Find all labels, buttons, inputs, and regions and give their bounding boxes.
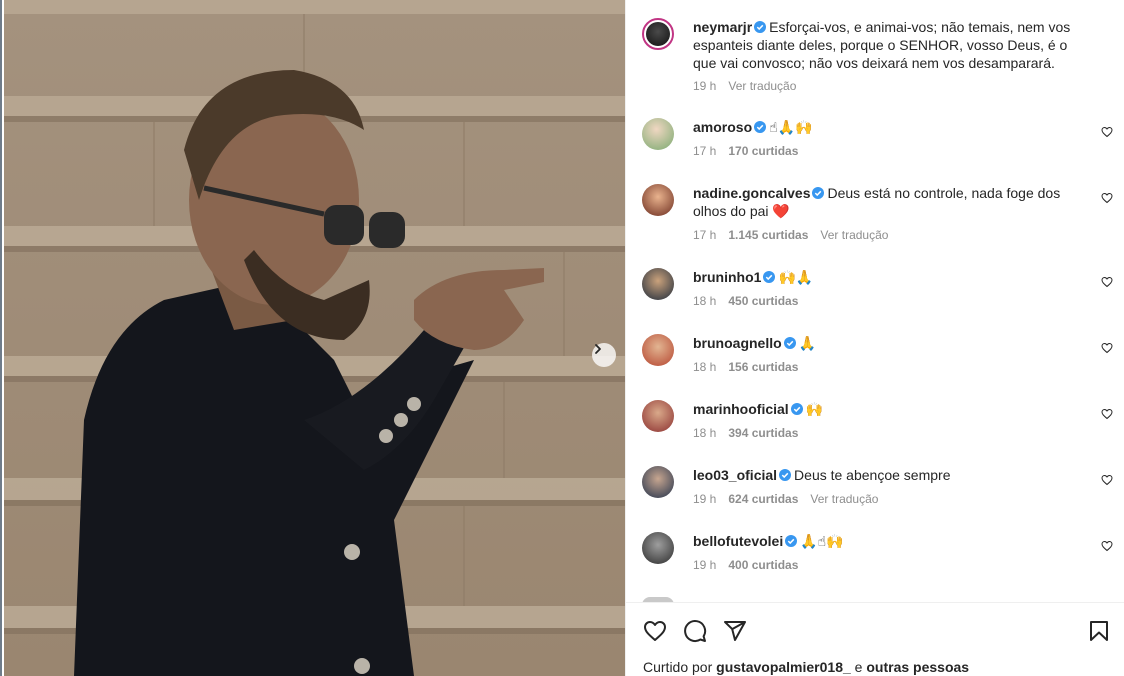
comment-meta: 17 h 170 curtidas: [693, 144, 810, 158]
comment-text: 🙌: [805, 402, 824, 418]
commenter-username[interactable]: bellofutevolei: [693, 533, 783, 549]
liked-by-middle: e: [854, 659, 863, 675]
commenter-avatar[interactable]: [642, 268, 674, 300]
comment-time: 19 h: [693, 558, 717, 572]
comment-text: 🙌🙏: [778, 270, 814, 286]
comment-meta: 17 h 1.145 curtidas Ver tradução: [693, 228, 900, 242]
comment-text-block: bruninho1 🙌🙏: [693, 268, 1093, 287]
commenter-username[interactable]: marinhooficial: [693, 401, 789, 417]
comment-icon[interactable]: [683, 619, 707, 643]
comment-text-block: leo03_oficial Deus te abençoe sempre: [693, 466, 1093, 484]
comment-like-heart-icon[interactable]: [1101, 474, 1113, 486]
comment-meta: 18 h 156 curtidas: [693, 360, 810, 374]
commenter-username[interactable]: nadine.goncalves: [693, 185, 810, 201]
commenter-avatar[interactable]: [642, 532, 674, 564]
commenter-avatar[interactable]: [642, 466, 674, 498]
comment-time: 19 h: [693, 492, 717, 506]
comment-likes[interactable]: 156 curtidas: [728, 360, 798, 374]
liked-by-others[interactable]: outras pessoas: [866, 659, 969, 675]
comment-like-heart-icon[interactable]: [1101, 408, 1113, 420]
verified-badge-icon: [763, 271, 776, 283]
commenter-username[interactable]: amoroso: [693, 119, 752, 135]
comment-meta: 18 h 394 curtidas: [693, 426, 810, 440]
liked-by-summary: Curtido por gustavopalmier018_ e outras …: [643, 659, 969, 675]
comment-meta: 19 h 624 curtidas Ver tradução: [693, 492, 890, 506]
comment-text-block: brunoagnello 🙏: [693, 334, 1093, 353]
comment-translate-link[interactable]: Ver tradução: [810, 492, 878, 506]
comment-likes[interactable]: 400 curtidas: [728, 558, 798, 572]
comment-text: 🙏: [798, 336, 817, 352]
verified-badge-icon: [812, 187, 825, 199]
comment-likes[interactable]: 394 curtidas: [728, 426, 798, 440]
comment-text: ☝🙏🙌: [769, 120, 813, 136]
caption-translate-link[interactable]: Ver tradução: [728, 79, 796, 93]
comment-like-heart-icon[interactable]: [1101, 540, 1113, 552]
comment-meta: 19 h 400 curtidas: [693, 558, 810, 572]
comment-text-block: bellofutevolei 🙏☝🙌: [693, 532, 1093, 551]
liked-by-user[interactable]: gustavopalmier018_: [716, 659, 851, 675]
commenter-username[interactable]: brunoagnello: [693, 335, 782, 351]
commenter-avatar[interactable]: [642, 118, 674, 150]
comment-like-heart-icon[interactable]: [1101, 276, 1113, 288]
comment-text: Deus te abençoe sempre: [794, 467, 951, 483]
comment-time: 18 h: [693, 294, 717, 308]
comment-likes[interactable]: 1.145 curtidas: [728, 228, 808, 242]
comment-likes[interactable]: 170 curtidas: [728, 144, 798, 158]
author-avatar[interactable]: [642, 18, 674, 50]
heart-icon[interactable]: [643, 619, 667, 643]
comment-time: 18 h: [693, 360, 717, 374]
commenter-avatar[interactable]: [642, 400, 674, 432]
verified-badge-icon: [754, 21, 767, 33]
bookmark-icon[interactable]: [1087, 619, 1111, 643]
verified-badge-icon: [785, 535, 798, 547]
post-action-bar: Curtido por gustavopalmier018_ e outras …: [626, 602, 1124, 676]
post-photo[interactable]: [4, 0, 625, 676]
chevron-right-icon: [595, 344, 601, 354]
comment-text-block: marinhooficial 🙌: [693, 400, 1093, 419]
comment-text-block: nadine.goncalves Deus está no controle, n…: [693, 184, 1073, 220]
comment-text: 🙏☝🙌: [800, 534, 844, 550]
photo-illustration: [4, 0, 625, 676]
instagram-post-window: neymarjr Esforçai-vos, e animai-vos; não …: [0, 0, 1124, 676]
comment-meta: 18 h 450 curtidas: [693, 294, 810, 308]
comment-likes[interactable]: 450 curtidas: [728, 294, 798, 308]
comment-text-block: amoroso ☝🙏🙌: [693, 118, 1093, 137]
comments-list[interactable]: neymarjr Esforçai-vos, e animai-vos; não …: [626, 0, 1124, 602]
comment-translate-link[interactable]: Ver tradução: [820, 228, 888, 242]
commenter-avatar[interactable]: [642, 184, 674, 216]
verified-badge-icon: [790, 403, 803, 415]
verified-badge-icon: [779, 469, 792, 481]
next-photo-button[interactable]: [592, 343, 616, 367]
share-icon[interactable]: [723, 619, 747, 643]
commenter-avatar[interactable]: [642, 334, 674, 366]
author-username[interactable]: neymarjr: [693, 19, 752, 35]
comment-time: 18 h: [693, 426, 717, 440]
comment-like-heart-icon[interactable]: [1101, 192, 1113, 204]
comment-time: 17 h: [693, 144, 717, 158]
comment-time: 17 h: [693, 228, 717, 242]
comment-like-heart-icon[interactable]: [1101, 126, 1113, 138]
comment-likes[interactable]: 624 curtidas: [728, 492, 798, 506]
caption-time: 19 h: [693, 79, 717, 93]
post-side-panel: neymarjr Esforçai-vos, e animai-vos; não …: [625, 0, 1124, 676]
commenter-username[interactable]: bruninho1: [693, 269, 761, 285]
liked-by-prefix: Curtido por: [643, 659, 713, 675]
commenter-username[interactable]: leo03_oficial: [693, 467, 777, 483]
comment-like-heart-icon[interactable]: [1101, 342, 1113, 354]
caption-meta: 19 h Ver tradução: [693, 79, 808, 93]
caption-text-block: neymarjr Esforçai-vos, e animai-vos; não …: [693, 18, 1093, 72]
verified-badge-icon: [754, 121, 767, 133]
verified-badge-icon: [783, 337, 796, 349]
